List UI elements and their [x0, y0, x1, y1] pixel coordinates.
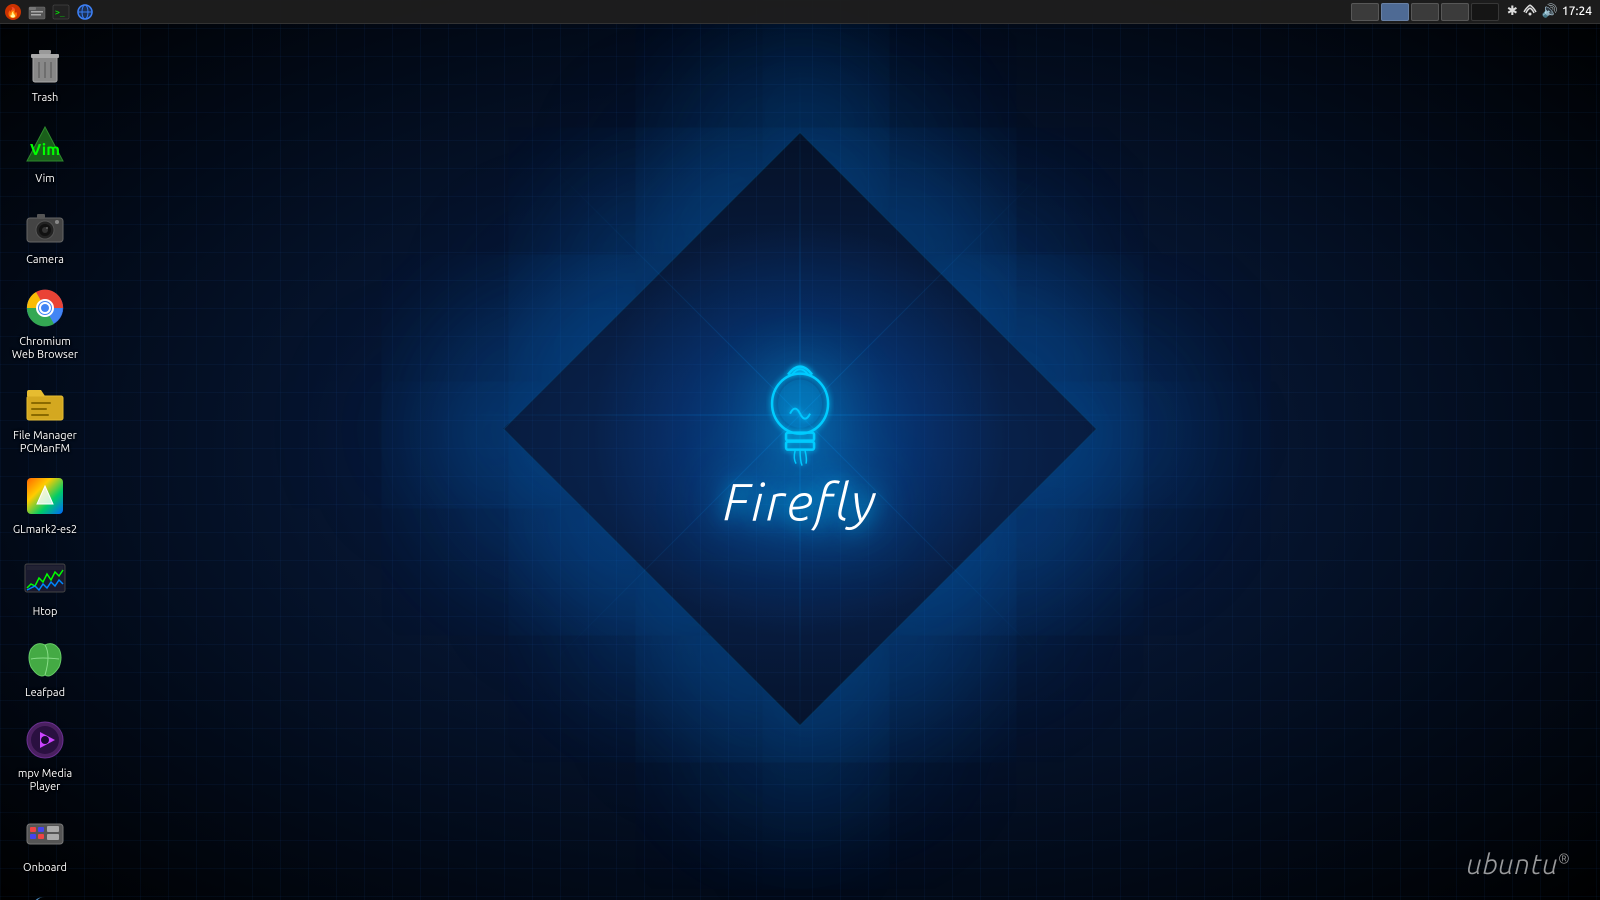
desktop-icon-htop[interactable]: Htop: [1, 548, 89, 625]
python-icon: [21, 891, 69, 900]
desktop-icon-chromium[interactable]: ChromiumWeb Browser: [1, 278, 89, 368]
mpv-label: mpv MediaPlayer: [18, 768, 72, 794]
ubuntu-text: ubuntu: [1467, 849, 1559, 880]
window-buttons: [1351, 3, 1499, 21]
ubuntu-sup: ®: [1558, 851, 1570, 867]
glmark-label: GLmark2-es2: [13, 524, 77, 537]
glmark-icon: [21, 472, 69, 520]
onboard-icon: [21, 810, 69, 858]
desktop-icon-python[interactable]: Python (v3.6): [1, 885, 89, 900]
window-button-4[interactable]: [1441, 3, 1469, 21]
bluetooth-icon[interactable]: ✱: [1507, 4, 1518, 19]
htop-label: Htop: [33, 606, 58, 619]
firefly-title: Firefly: [723, 473, 877, 531]
clock: 17:24: [1562, 5, 1592, 18]
svg-text:🔥: 🔥: [7, 6, 19, 19]
htop-icon: [21, 554, 69, 602]
filemanager-label: File ManagerPCManFM: [13, 430, 77, 456]
svg-text:Vim: Vim: [30, 141, 60, 159]
camera-icon: [21, 202, 69, 250]
taskbar-browser-icon[interactable]: [74, 1, 96, 23]
taskbar-files-icon[interactable]: [26, 1, 48, 23]
network-icon[interactable]: [1522, 2, 1538, 21]
volume-icon[interactable]: 🔊: [1542, 4, 1558, 19]
window-button-1[interactable]: [1351, 3, 1379, 21]
launcher-icon[interactable]: 🔥: [2, 1, 24, 23]
window-button-5[interactable]: [1471, 3, 1499, 21]
desktop-icon-mpv[interactable]: mpv MediaPlayer: [1, 710, 89, 800]
svg-text:>_: >_: [55, 8, 65, 17]
taskbar: 🔥 >_: [0, 0, 1600, 24]
chromium-label: ChromiumWeb Browser: [12, 336, 78, 362]
camera-label: Camera: [26, 254, 64, 267]
taskbar-terminal-icon[interactable]: >_: [50, 1, 72, 23]
desktop-icon-glmark[interactable]: GLmark2-es2: [1, 466, 89, 543]
leafpad-label: Leafpad: [25, 687, 65, 700]
desktop-icons-container: Trash Vim Vim: [0, 30, 90, 900]
chromium-icon: [21, 284, 69, 332]
leafpad-icon: [21, 635, 69, 683]
trash-icon: [21, 40, 69, 88]
vim-icon: Vim: [21, 121, 69, 169]
window-button-2[interactable]: [1381, 3, 1409, 21]
firefly-logo: Firefly: [723, 339, 877, 531]
vim-label: Vim: [35, 173, 55, 186]
desktop-icon-filemanager[interactable]: File ManagerPCManFM: [1, 372, 89, 462]
filemanager-icon: [21, 378, 69, 426]
desktop-icon-leafpad[interactable]: Leafpad: [1, 629, 89, 706]
desktop: Firefly 🔥: [0, 0, 1600, 900]
trash-label: Trash: [32, 92, 59, 105]
window-button-3[interactable]: [1411, 3, 1439, 21]
taskbar-right: ✱ 🔊 17:24: [1351, 2, 1600, 21]
desktop-icon-trash[interactable]: Trash: [1, 34, 89, 111]
mpv-icon: [21, 716, 69, 764]
taskbar-left: 🔥 >_: [0, 1, 96, 23]
desktop-icon-vim[interactable]: Vim Vim: [1, 115, 89, 192]
ubuntu-logo: ubuntu®: [1467, 849, 1570, 880]
desktop-icon-camera[interactable]: Camera: [1, 196, 89, 273]
onboard-label: Onboard: [23, 862, 67, 875]
desktop-icon-onboard[interactable]: Onboard: [1, 804, 89, 881]
